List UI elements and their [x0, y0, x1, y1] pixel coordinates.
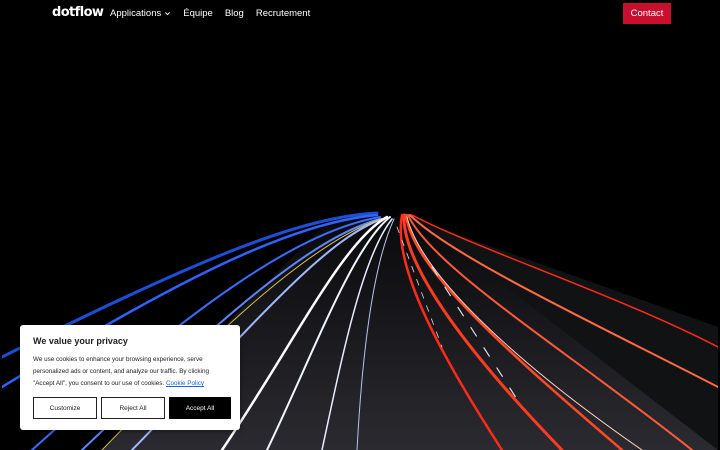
dotflow-logo[interactable]: dotflow [52, 5, 104, 20]
cookie-text: We use cookies to enhance your browsing … [33, 354, 227, 390]
cookie-policy-link[interactable]: Cookie Policy [166, 380, 204, 387]
accept-all-button[interactable]: Accept All [169, 397, 231, 419]
cookie-buttons: Customize Reject All Accept All [33, 397, 231, 419]
menu-item-equipe[interactable]: Équipe [183, 8, 213, 19]
contact-button[interactable]: Contact [623, 3, 671, 24]
chevron-down-icon [165, 12, 171, 16]
cookie-consent-banner: We value your privacy We use cookies to … [20, 325, 240, 430]
menu-item-label: Applications [110, 8, 162, 19]
menu-item-label: Équipe [183, 8, 213, 19]
menu-item-label: Blog [224, 8, 244, 19]
customize-button[interactable]: Customize [33, 397, 97, 419]
menu-item-recrutement[interactable]: Recrutement [256, 8, 310, 19]
reject-all-button[interactable]: Reject All [101, 397, 165, 419]
top-navbar: dotflow Applications Équipe Blog Recrute… [0, 0, 720, 27]
menu-item-label: Recrutement [255, 8, 311, 19]
menu-item-blog[interactable]: Blog [225, 8, 244, 19]
cookie-title: We value your privacy [33, 336, 128, 346]
main-menu: Applications Équipe Blog Recrutement [110, 0, 310, 27]
menu-item-applications[interactable]: Applications [110, 8, 171, 19]
